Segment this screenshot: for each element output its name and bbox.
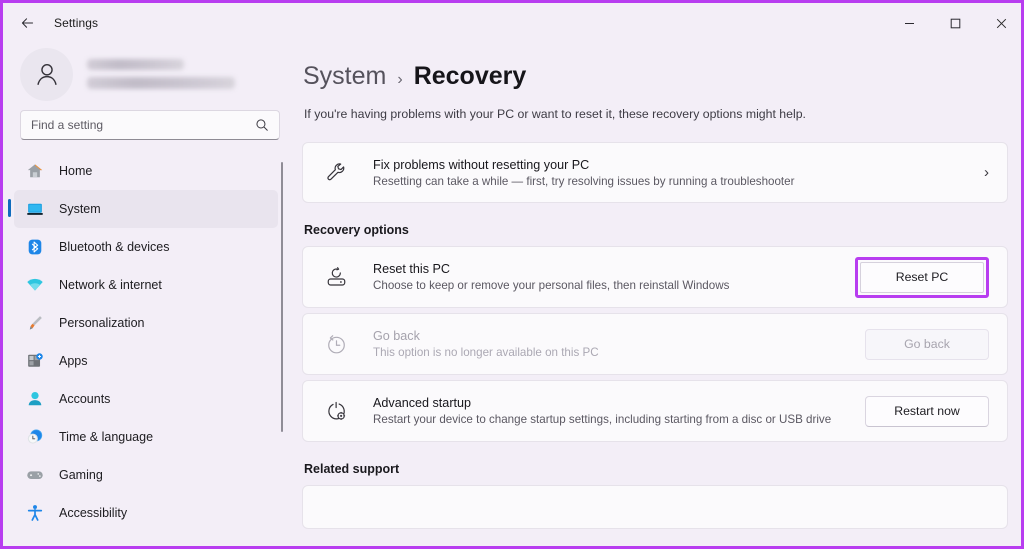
sidebar-item-bluetooth-devices[interactable]: Bluetooth & devices	[14, 228, 278, 266]
close-icon	[996, 18, 1006, 28]
annotation-frame: Settings Find a setting Home System Blue…	[0, 0, 1024, 549]
apps-icon	[24, 351, 46, 371]
title-bar: Settings	[6, 6, 1021, 40]
related-support-card[interactable]	[302, 485, 1008, 529]
go-back-button[interactable]: Go back	[865, 328, 989, 360]
avatar	[20, 47, 73, 101]
maximize-icon	[950, 18, 960, 28]
personalization-icon	[24, 313, 46, 333]
account-email-blurred	[87, 77, 235, 89]
account-name-blurred	[87, 59, 184, 70]
sidebar-scroll-area: Home System Bluetooth & devices Network …	[6, 148, 294, 546]
sidebar-item-accessibility[interactable]: Accessibility	[14, 494, 278, 532]
search-icon	[256, 119, 268, 131]
minimize-icon	[904, 22, 914, 24]
sidebar-scrollbar[interactable]	[281, 162, 283, 432]
sidebar-item-system[interactable]: System	[8, 190, 278, 228]
window-controls	[886, 6, 1021, 40]
breadcrumb: System › Recovery	[302, 62, 1008, 91]
reset-this-pc-row: Reset this PC Choose to keep or remove y…	[302, 246, 1008, 308]
go-back-clock-icon	[321, 333, 351, 356]
sidebar-item-network-internet[interactable]: Network & internet	[14, 266, 278, 304]
reset-pc-highlight-box: Reset PC	[855, 256, 989, 298]
sidebar-item-label: Personalization	[59, 316, 145, 330]
restart-now-button[interactable]: Restart now	[865, 395, 989, 427]
card-subtitle: Resetting can take a while — first, try …	[373, 174, 795, 188]
advanced-startup-row: Advanced startup Restart your device to …	[302, 380, 1008, 442]
sidebar-item-time-language[interactable]: Time & language	[14, 418, 278, 456]
sidebar-item-gaming[interactable]: Gaming	[14, 456, 278, 494]
go-back-row: Go back This option is no longer availab…	[302, 313, 1008, 375]
card-title: Reset this PC	[373, 262, 450, 276]
main-content: System › Recovery If you're having probl…	[294, 40, 1021, 546]
sidebar-item-label: Accessibility	[59, 506, 128, 520]
search-container	[6, 104, 294, 148]
recovery-options-heading: Recovery options	[304, 223, 409, 237]
sidebar-nav: Home System Bluetooth & devices Network …	[6, 152, 294, 532]
breadcrumb-separator: ›	[397, 71, 403, 88]
search-box[interactable]	[20, 110, 280, 140]
search-input[interactable]	[31, 118, 255, 132]
sidebar-item-personalization[interactable]: Personalization	[14, 304, 278, 342]
sidebar-item-home[interactable]: Home	[14, 152, 278, 190]
card-title: Go back	[373, 329, 420, 343]
related-support-heading: Related support	[304, 462, 400, 476]
reset-this-pc-text: Reset this PC Choose to keep or remove y…	[373, 262, 855, 292]
sidebar-item-label: Apps	[59, 354, 88, 368]
card-subtitle: Restart your device to change startup se…	[373, 413, 832, 426]
settings-window: Settings Find a setting Home System Blue…	[6, 6, 1021, 546]
window-body: Home System	[6, 40, 1021, 546]
sidebar-item-label: Network & internet	[59, 278, 162, 292]
sidebar-item-label: Bluetooth & devices	[59, 240, 170, 254]
gaming-icon	[24, 465, 46, 485]
fix-problems-card[interactable]: Fix problems without resetting your PC R…	[302, 142, 1008, 203]
account-text	[87, 59, 235, 89]
minimize-button[interactable]	[886, 6, 932, 40]
network-icon	[24, 275, 46, 295]
card-subtitle: This option is no longer available on th…	[373, 346, 599, 359]
back-button[interactable]	[10, 8, 44, 38]
card-title: Advanced startup	[373, 396, 472, 410]
breadcrumb-parent[interactable]: System	[303, 62, 386, 91]
sidebar-item-accounts[interactable]: Accounts	[14, 380, 278, 418]
account-summary[interactable]	[6, 40, 294, 104]
advanced-startup-text: Advanced startup Restart your device to …	[373, 396, 865, 426]
sidebar-item-label: Accounts	[59, 392, 111, 406]
bluetooth-icon	[24, 237, 46, 257]
reset-pc-icon	[321, 266, 351, 289]
home-icon	[24, 161, 46, 181]
fix-problems-text: Fix problems without resetting your PC R…	[373, 158, 978, 188]
sidebar-item-label: Time & language	[59, 430, 154, 444]
accessibility-icon	[24, 503, 46, 523]
accounts-icon	[24, 389, 46, 409]
page-title: Recovery	[413, 62, 527, 90]
sidebar-item-label: Home	[59, 164, 93, 178]
close-button[interactable]	[978, 6, 1021, 40]
time-language-icon	[24, 427, 46, 447]
person-icon	[36, 64, 57, 86]
system-icon	[24, 199, 46, 219]
card-subtitle: Choose to keep or remove your personal f…	[373, 279, 730, 292]
sidebar-item-apps[interactable]: Apps	[14, 342, 278, 380]
chevron-right-icon: ›	[984, 164, 989, 181]
app-title: Settings	[54, 16, 99, 30]
go-back-text: Go back This option is no longer availab…	[373, 329, 865, 359]
wrench-icon	[321, 161, 351, 184]
sidebar: Home System	[6, 40, 294, 546]
page-description: If you're having problems with your PC o…	[304, 107, 806, 121]
card-title: Fix problems without resetting your PC	[373, 157, 590, 172]
sidebar-item-label: Gaming	[59, 468, 103, 482]
back-arrow-icon	[21, 17, 33, 28]
reset-pc-button[interactable]: Reset PC	[860, 261, 984, 293]
advanced-startup-icon	[321, 400, 351, 423]
maximize-button[interactable]	[932, 6, 978, 40]
sidebar-item-label: System	[59, 202, 101, 216]
